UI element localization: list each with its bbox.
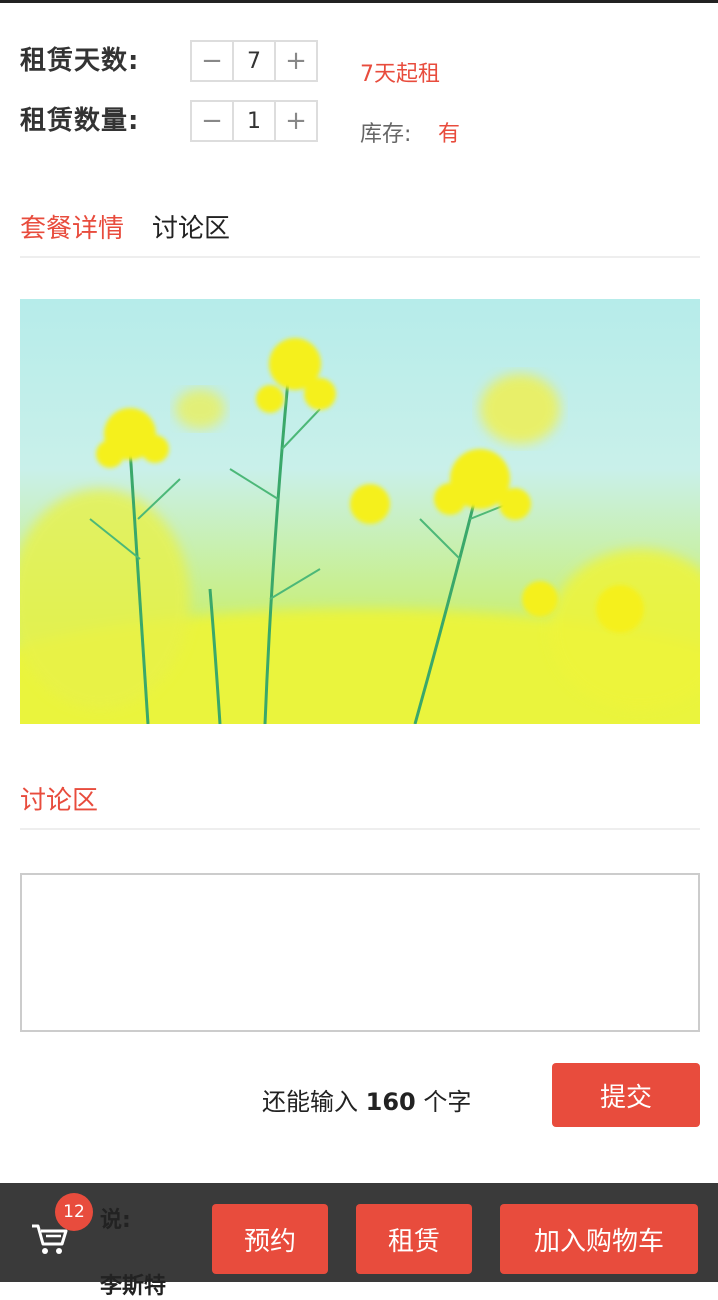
qty-decrement-button[interactable]: − xyxy=(192,102,232,140)
days-increment-button[interactable]: + xyxy=(276,42,316,80)
detail-tabs: 套餐详情 讨论区 xyxy=(20,208,700,258)
add-to-cart-button[interactable]: 加入购物车 xyxy=(500,1204,698,1274)
stock-label: 库存: xyxy=(360,122,412,147)
counter-value: 160 xyxy=(365,1088,416,1116)
reserve-button[interactable]: 预约 xyxy=(212,1204,328,1274)
days-decrement-button[interactable]: − xyxy=(192,42,232,80)
discussion-section-title: 讨论区 xyxy=(20,780,700,830)
rental-days-stepper: − 7 + xyxy=(190,40,318,82)
min-rent-note: 7天起租 xyxy=(360,62,440,87)
days-value[interactable]: 7 xyxy=(232,42,276,80)
top-border xyxy=(0,0,718,3)
qty-value[interactable]: 1 xyxy=(232,102,276,140)
flowers-illustration xyxy=(20,338,700,724)
counter-prefix: 还能输入 xyxy=(262,1088,358,1116)
underlay-text-2: 李斯特 xyxy=(100,1274,167,1299)
rental-qty-stepper: − 1 + xyxy=(190,100,318,142)
package-image xyxy=(20,299,700,724)
rental-qty-label: 租赁数量: xyxy=(20,106,140,136)
rent-button[interactable]: 租赁 xyxy=(356,1204,472,1274)
tab-discussion[interactable]: 讨论区 xyxy=(152,208,230,245)
comment-textarea[interactable] xyxy=(20,873,700,1032)
counter-suffix: 个字 xyxy=(423,1088,472,1116)
rental-days-label: 租赁天数: xyxy=(20,46,140,76)
cart-count-badge: 12 xyxy=(55,1193,93,1231)
qty-increment-button[interactable]: + xyxy=(276,102,316,140)
stock-value: 有 xyxy=(438,122,461,147)
char-counter: 还能输入 160 个字 xyxy=(262,1082,471,1117)
tab-package-details[interactable]: 套餐详情 xyxy=(20,208,124,245)
submit-button[interactable]: 提交 xyxy=(552,1063,700,1127)
underlay-text: 说: xyxy=(100,1208,131,1233)
